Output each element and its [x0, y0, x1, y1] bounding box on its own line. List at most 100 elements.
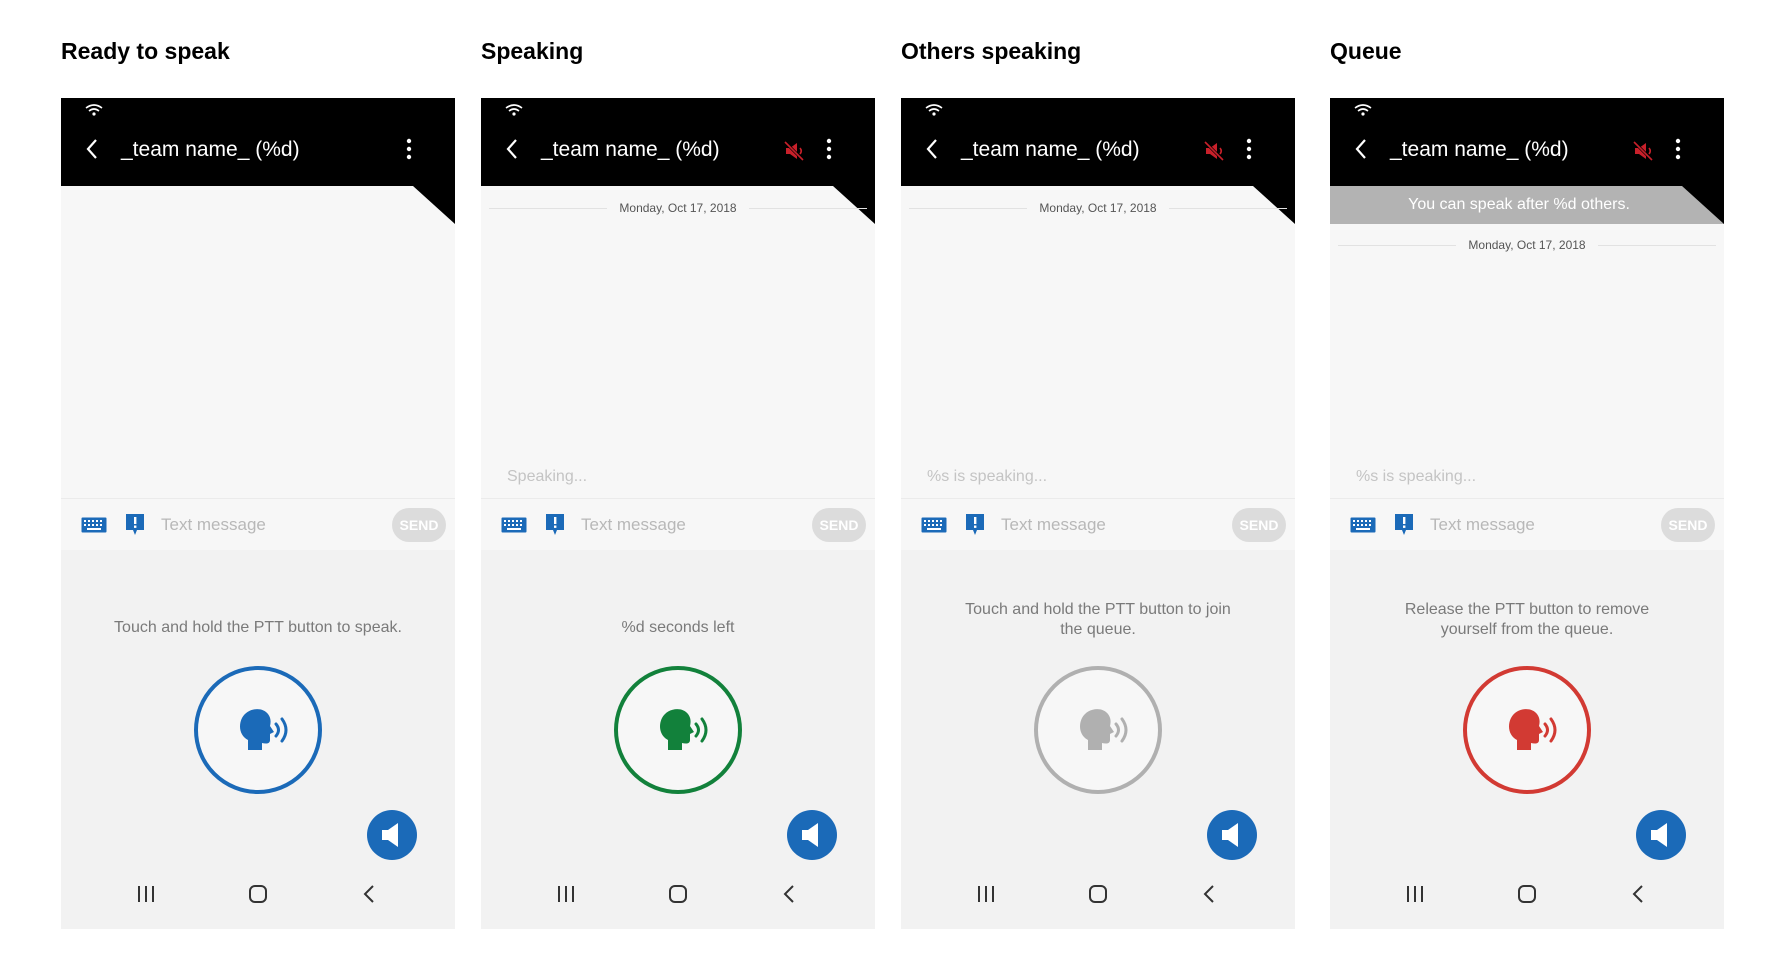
wifi-icon	[85, 104, 103, 116]
ptt-button[interactable]	[194, 666, 322, 794]
speaking-head-icon	[1509, 709, 1557, 750]
panel-title: Speaking	[481, 38, 584, 64]
speaker-button[interactable]	[367, 810, 417, 860]
nav-back-icon[interactable]	[363, 884, 375, 904]
more-vertical-icon[interactable]	[1674, 138, 1682, 160]
team-name: _team name_ (%d)	[541, 138, 720, 161]
app-bar: _team name_ (%d)	[481, 98, 875, 186]
back-arrow-icon[interactable]	[1354, 138, 1368, 160]
keyboard-icon[interactable]	[921, 517, 947, 533]
app-bar: _team name_ (%d)	[61, 98, 455, 186]
back-arrow-icon[interactable]	[925, 138, 939, 160]
ptt-hint: Release the PTT button to remove yoursel…	[1404, 601, 1650, 638]
recent-apps-icon[interactable]	[977, 886, 995, 902]
speaking-head-icon	[1080, 709, 1128, 750]
message-input-bar: SEND	[1330, 498, 1724, 550]
recent-apps-icon[interactable]	[137, 886, 155, 902]
team-name: _team name_ (%d)	[121, 138, 300, 161]
phone-screen: _team name_ (%d) You can speak after %d …	[1330, 98, 1724, 929]
wifi-icon	[1354, 104, 1372, 116]
status-text: %s is speaking...	[1356, 468, 1477, 485]
back-arrow-icon[interactable]	[85, 138, 99, 160]
message-input[interactable]	[1001, 511, 1191, 539]
speaker-button[interactable]	[1636, 810, 1686, 860]
ptt-button[interactable]	[614, 666, 742, 794]
date-label: Monday, Oct 17, 2018	[1468, 238, 1586, 252]
ptt-hint: %d seconds left	[621, 619, 735, 636]
panel-title: Ready to speak	[61, 38, 230, 64]
message-input-bar: SEND	[901, 498, 1295, 550]
speaker-icon	[1222, 823, 1238, 847]
wifi-icon	[505, 104, 523, 116]
speaker-icon	[802, 823, 818, 847]
muted-speaker-icon[interactable]	[1203, 140, 1225, 162]
date-divider: Monday, Oct 17, 2018	[1338, 237, 1716, 253]
queue-banner: You can speak after %d others.	[1330, 186, 1724, 224]
alert-message-icon[interactable]	[1394, 513, 1414, 537]
message-input[interactable]	[161, 511, 351, 539]
ptt-hint: Touch and hold the PTT button to speak.	[114, 619, 402, 636]
date-label: Monday, Oct 17, 2018	[1039, 201, 1157, 215]
home-icon[interactable]	[668, 884, 688, 904]
app-bar-corner	[1682, 186, 1724, 224]
ptt-area: Touch and hold the PTT button to speak.	[61, 550, 455, 929]
send-button[interactable]: SEND	[392, 508, 446, 542]
status-text: Speaking...	[507, 468, 588, 485]
recent-apps-icon[interactable]	[557, 886, 575, 902]
team-name: _team name_ (%d)	[1390, 138, 1569, 161]
alert-message-icon[interactable]	[965, 513, 985, 537]
panel-speaking: Speaking _team name_ (%d) Monday, Oct 17…	[481, 0, 875, 978]
speaker-icon	[1651, 823, 1667, 847]
nav-back-icon[interactable]	[1632, 884, 1644, 904]
speaker-button[interactable]	[1207, 810, 1257, 860]
speaker-button[interactable]	[787, 810, 837, 860]
panel-title: Others speaking	[901, 38, 1082, 64]
ptt-area: Release the PTT button to remove yoursel…	[1330, 550, 1724, 929]
ptt-area: %d seconds left	[481, 550, 875, 929]
home-icon[interactable]	[248, 884, 268, 904]
queue-banner-text: You can speak after %d others.	[1408, 196, 1630, 213]
wifi-icon	[925, 104, 943, 116]
send-button[interactable]: SEND	[1661, 508, 1715, 542]
phone-screen: _team name_ (%d) SEND Touch and hold the…	[61, 98, 455, 929]
ptt-area: Touch and hold the PTT button to join th…	[901, 550, 1295, 929]
keyboard-icon[interactable]	[501, 517, 527, 533]
muted-speaker-icon[interactable]	[783, 140, 805, 162]
date-label: Monday, Oct 17, 2018	[619, 201, 737, 215]
speaking-head-icon	[240, 709, 288, 750]
date-divider: Monday, Oct 17, 2018	[909, 200, 1287, 216]
panel-queue: Queue _team name_ (%d) You can speak aft…	[1330, 0, 1724, 978]
send-button[interactable]: SEND	[1232, 508, 1286, 542]
nav-back-icon[interactable]	[783, 884, 795, 904]
more-vertical-icon[interactable]	[405, 138, 413, 160]
muted-speaker-icon[interactable]	[1632, 140, 1654, 162]
home-icon[interactable]	[1088, 884, 1108, 904]
alert-message-icon[interactable]	[545, 513, 565, 537]
speaking-head-icon	[660, 709, 708, 750]
panel-title: Queue	[1330, 38, 1402, 64]
keyboard-icon[interactable]	[81, 517, 107, 533]
ptt-hint: Touch and hold the PTT button to join th…	[965, 601, 1231, 638]
message-input[interactable]	[1430, 511, 1620, 539]
phone-screen: _team name_ (%d) Monday, Oct 17, 2018 Sp…	[481, 98, 875, 929]
ptt-button[interactable]	[1463, 666, 1591, 794]
back-arrow-icon[interactable]	[505, 138, 519, 160]
panel-ready-to-speak: Ready to speak _team name_ (%d) SEND Tou…	[61, 0, 455, 978]
send-button[interactable]: SEND	[812, 508, 866, 542]
app-bar: _team name_ (%d)	[901, 98, 1295, 186]
keyboard-icon[interactable]	[1350, 517, 1376, 533]
ptt-button[interactable]	[1034, 666, 1162, 794]
more-vertical-icon[interactable]	[825, 138, 833, 160]
more-vertical-icon[interactable]	[1245, 138, 1253, 160]
speaker-icon	[382, 823, 398, 847]
panel-others-speaking: Others speaking _team name_ (%d) Monday,…	[901, 0, 1295, 978]
recent-apps-icon[interactable]	[1406, 886, 1424, 902]
alert-message-icon[interactable]	[125, 513, 145, 537]
status-text: %s is speaking...	[927, 468, 1048, 485]
message-input-bar: SEND	[61, 498, 455, 550]
message-input[interactable]	[581, 511, 771, 539]
nav-back-icon[interactable]	[1203, 884, 1215, 904]
date-divider: Monday, Oct 17, 2018	[489, 200, 867, 216]
home-icon[interactable]	[1517, 884, 1537, 904]
phone-screen: _team name_ (%d) Monday, Oct 17, 2018 %s…	[901, 98, 1295, 929]
